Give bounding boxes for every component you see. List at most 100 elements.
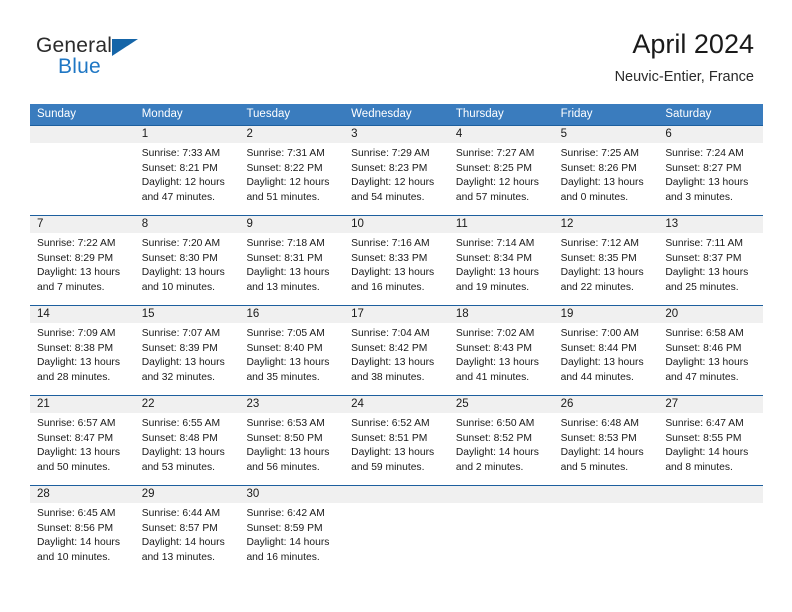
sunset-text: Sunset: 8:43 PM — [455, 342, 533, 354]
day-cell[interactable]: Sunrise: 7:18 AM Sunset: 8:31 PM Dayligh… — [239, 233, 344, 305]
day-cell[interactable]: Sunrise: 6:53 AM Sunset: 8:50 PM Dayligh… — [239, 413, 344, 485]
sunrise-text: Sunrise: 7:12 AM — [560, 238, 640, 249]
week-number-band: 14 15 16 17 18 19 20 — [30, 306, 763, 323]
daylight-text-line1: Daylight: 13 hours — [141, 267, 225, 279]
day-cell[interactable]: Sunrise: 7:16 AM Sunset: 8:33 PM Dayligh… — [344, 233, 449, 305]
day-number: 7 — [37, 218, 44, 230]
day-cell[interactable]: Sunrise: 7:12 AM Sunset: 8:35 PM Dayligh… — [554, 233, 659, 305]
day-cell[interactable]: Sunrise: 7:05 AM Sunset: 8:40 PM Dayligh… — [239, 323, 344, 395]
day-number: 3 — [351, 128, 358, 140]
day-number: 14 — [37, 308, 50, 320]
day-cell[interactable]: Sunrise: 7:20 AM Sunset: 8:30 PM Dayligh… — [135, 233, 240, 305]
daylight-text-line2: and 59 minutes. — [351, 462, 425, 474]
day-cell[interactable]: Sunrise: 6:47 AM Sunset: 8:55 PM Dayligh… — [658, 413, 763, 485]
day-cell[interactable]: Sunrise: 7:31 AM Sunset: 8:22 PM Dayligh… — [239, 143, 344, 215]
sunrise-text: Sunrise: 7:05 AM — [246, 328, 325, 339]
day-number: 23 — [246, 398, 260, 410]
daylight-text-line1: Daylight: 13 hours — [560, 177, 644, 189]
daylight-text-line2: and 53 minutes. — [141, 462, 215, 474]
day-cell[interactable]: Sunrise: 6:42 AM Sunset: 8:59 PM Dayligh… — [239, 503, 344, 575]
sunset-text: Sunset: 8:44 PM — [560, 342, 637, 354]
week-row: 28 29 30 Sunrise: 6:45 AM Sunset: 8:56 P… — [30, 485, 763, 575]
day-cell[interactable]: Sunrise: 6:45 AM Sunset: 8:56 PM Dayligh… — [30, 503, 135, 575]
day-cell[interactable]: Sunrise: 7:02 AM Sunset: 8:43 PM Dayligh… — [449, 323, 554, 395]
daylight-text-line2: and 2 minutes. — [455, 462, 524, 474]
day-cell[interactable]: Sunrise: 7:27 AM Sunset: 8:25 PM Dayligh… — [449, 143, 554, 215]
daylight-text-line1: Daylight: 12 hours — [351, 177, 435, 189]
daylight-text-line2: and 25 minutes. — [665, 282, 739, 294]
sunset-text: Sunset: 8:22 PM — [246, 162, 323, 174]
daylight-text-line2: and 10 minutes. — [141, 282, 215, 294]
daylight-text-line2: and 22 minutes. — [560, 282, 634, 294]
day-number: 28 — [37, 488, 50, 500]
day-cell[interactable]: Sunrise: 7:11 AM Sunset: 8:37 PM Dayligh… — [658, 233, 763, 305]
sunrise-text: Sunrise: 6:57 AM — [37, 418, 116, 429]
daylight-text-line1: Daylight: 12 hours — [141, 177, 225, 189]
daylight-text-line1: Daylight: 13 hours — [560, 267, 644, 279]
sunrise-text: Sunrise: 6:48 AM — [560, 418, 640, 429]
day-cell[interactable]: Sunrise: 7:29 AM Sunset: 8:23 PM Dayligh… — [344, 143, 449, 215]
daylight-text-line1: Daylight: 13 hours — [141, 447, 225, 459]
week-row: 21 22 23 24 25 26 27 Sunrise: 6:57 AM Su… — [30, 395, 763, 485]
sunset-text: Sunset: 8:31 PM — [246, 252, 323, 264]
sunrise-text: Sunrise: 6:55 AM — [141, 418, 221, 429]
day-cell[interactable]: Sunrise: 7:04 AM Sunset: 8:42 PM Dayligh… — [344, 323, 449, 395]
daylight-text-line2: and 0 minutes. — [560, 192, 629, 204]
sunset-text: Sunset: 8:39 PM — [141, 342, 218, 354]
daylight-text-line2: and 10 minutes. — [37, 552, 111, 564]
sunset-text: Sunset: 8:47 PM — [37, 432, 114, 444]
sunrise-text: Sunrise: 7:11 AM — [665, 238, 743, 249]
sunset-text: Sunset: 8:48 PM — [141, 432, 218, 444]
day-cell[interactable]: Sunrise: 6:58 AM Sunset: 8:46 PM Dayligh… — [658, 323, 763, 395]
day-number: 8 — [141, 218, 149, 230]
day-number: 10 — [351, 218, 364, 230]
sunrise-text: Sunrise: 7:04 AM — [351, 328, 430, 339]
day-cell[interactable]: Sunrise: 6:55 AM Sunset: 8:48 PM Dayligh… — [135, 413, 240, 485]
daylight-text-line1: Daylight: 12 hours — [455, 177, 539, 189]
sunset-text: Sunset: 8:50 PM — [246, 432, 323, 444]
day-cell[interactable]: Sunrise: 6:52 AM Sunset: 8:51 PM Dayligh… — [344, 413, 449, 485]
sunset-text: Sunset: 8:27 PM — [665, 162, 742, 174]
sunset-text: Sunset: 8:25 PM — [455, 162, 533, 174]
daylight-text-line2: and 13 minutes. — [246, 282, 320, 294]
weekday-header-monday: Monday — [141, 108, 183, 120]
daylight-text-line1: Daylight: 13 hours — [665, 267, 749, 279]
page-header: General Blue April 2024 Neuvic-Entier, F… — [0, 0, 792, 104]
sunset-text: Sunset: 8:55 PM — [665, 432, 742, 444]
sunrise-text: Sunrise: 6:45 AM — [37, 508, 116, 519]
daylight-text-line1: Daylight: 13 hours — [455, 357, 539, 369]
day-cell[interactable]: Sunrise: 7:07 AM Sunset: 8:39 PM Dayligh… — [135, 323, 240, 395]
day-number — [344, 486, 449, 503]
day-cell[interactable]: Sunrise: 6:57 AM Sunset: 8:47 PM Dayligh… — [30, 413, 135, 485]
brand-logo[interactable]: General Blue — [36, 34, 216, 84]
day-number — [449, 486, 554, 503]
week-number-band: 21 22 23 24 25 26 27 — [30, 396, 763, 413]
day-number: 20 — [665, 308, 679, 320]
daylight-text-line1: Daylight: 14 hours — [560, 447, 644, 459]
sunset-text: Sunset: 8:21 PM — [141, 162, 218, 174]
day-cell[interactable]: Sunrise: 7:14 AM Sunset: 8:34 PM Dayligh… — [449, 233, 554, 305]
sunrise-text: Sunrise: 6:50 AM — [455, 418, 535, 429]
day-cell[interactable]: Sunrise: 7:00 AM Sunset: 8:44 PM Dayligh… — [554, 323, 659, 395]
day-cell[interactable]: Sunrise: 7:22 AM Sunset: 8:29 PM Dayligh… — [30, 233, 135, 305]
daylight-text-line2: and 35 minutes. — [246, 372, 320, 384]
day-cell[interactable]: Sunrise: 7:09 AM Sunset: 8:38 PM Dayligh… — [30, 323, 135, 395]
day-cell[interactable]: Sunrise: 7:24 AM Sunset: 8:27 PM Dayligh… — [658, 143, 763, 215]
sunset-text: Sunset: 8:52 PM — [455, 432, 533, 444]
daylight-text-line2: and 16 minutes. — [351, 282, 425, 294]
day-cell[interactable]: Sunrise: 7:33 AM Sunset: 8:21 PM Dayligh… — [135, 143, 240, 215]
sunset-text: Sunset: 8:26 PM — [560, 162, 637, 174]
sunrise-text: Sunrise: 7:14 AM — [455, 238, 535, 249]
daylight-text-line1: Daylight: 13 hours — [351, 357, 435, 369]
week-detail-row: Sunrise: 7:09 AM Sunset: 8:38 PM Dayligh… — [30, 323, 763, 395]
daylight-text-line2: and 3 minutes. — [665, 192, 733, 204]
daylight-text-line2: and 8 minutes. — [665, 462, 733, 474]
daylight-text-line1: Daylight: 12 hours — [246, 177, 330, 189]
day-number: 27 — [665, 398, 679, 410]
day-cell[interactable]: Sunrise: 6:48 AM Sunset: 8:53 PM Dayligh… — [554, 413, 659, 485]
day-cell[interactable]: Sunrise: 6:44 AM Sunset: 8:57 PM Dayligh… — [135, 503, 240, 575]
day-number: 25 — [455, 398, 469, 410]
daylight-text-line2: and 54 minutes. — [351, 192, 425, 204]
day-cell[interactable]: Sunrise: 6:50 AM Sunset: 8:52 PM Dayligh… — [449, 413, 554, 485]
day-cell[interactable]: Sunrise: 7:25 AM Sunset: 8:26 PM Dayligh… — [554, 143, 659, 215]
